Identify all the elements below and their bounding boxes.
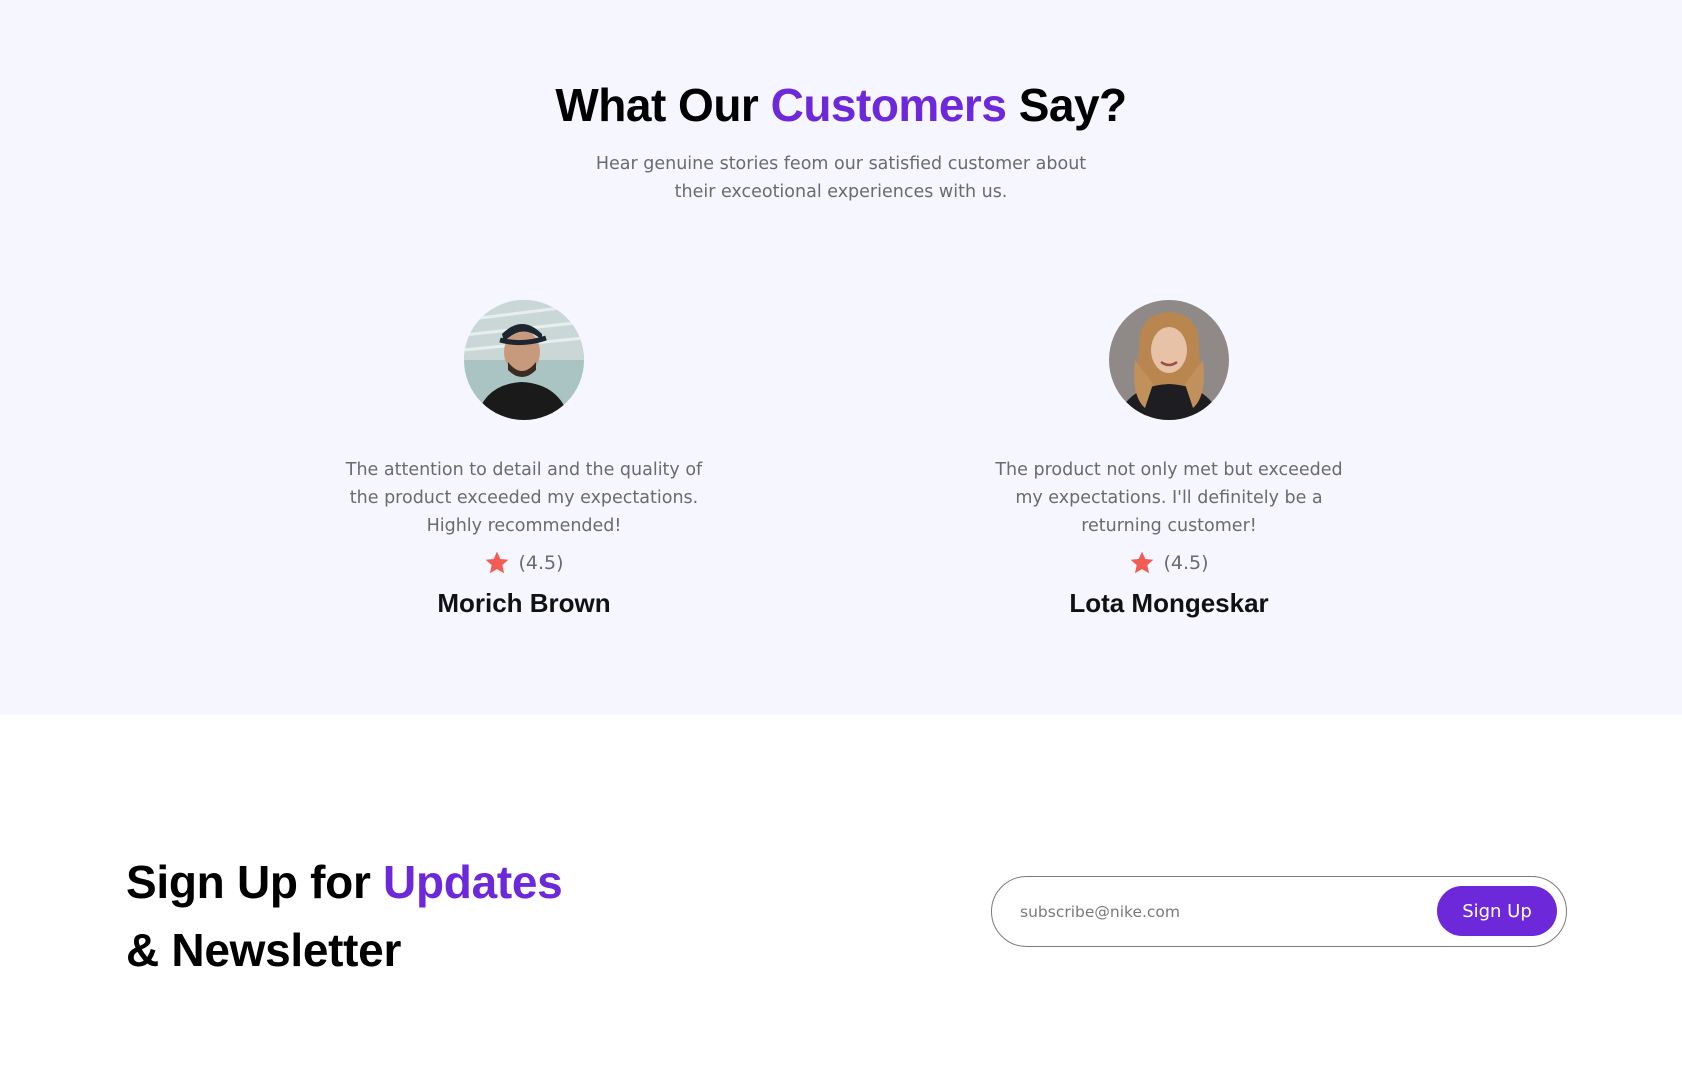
newsletter-title-accent: Updates (383, 856, 563, 908)
title-text-end: Say? (1018, 79, 1127, 131)
review-card-lota-mongeskar: The product not only met but exceeded my… (949, 300, 1389, 619)
testimonials-title: What Our Customers Say? (0, 78, 1682, 132)
avatar (1109, 300, 1229, 420)
rating: (4.5) (304, 550, 744, 576)
review-quote: The product not only met but exceeded my… (979, 456, 1359, 540)
star-icon (1131, 551, 1154, 574)
avatar (464, 300, 584, 420)
newsletter-title: Sign Up for Updates & Newsletter (126, 848, 563, 984)
quote-line-3: Highly recommended! (426, 516, 622, 536)
email-input[interactable] (1020, 899, 1400, 925)
subtitle-line-2: their exceotional experiences with us. (674, 182, 1008, 202)
star-icon (486, 551, 509, 574)
reviewer-name: Morich Brown (437, 588, 611, 618)
testimonials-subtitle: Hear genuine stories feom our satisfied … (581, 150, 1101, 206)
woman-portrait-icon (1109, 300, 1229, 420)
title-text-start: What Our (555, 79, 759, 131)
review-card-morich-brown: The attention to detail and the quality … (304, 300, 744, 619)
rating-value: (4.5) (1163, 552, 1209, 574)
sign-up-button[interactable]: Sign Up (1437, 886, 1557, 936)
rating: (4.5) (949, 550, 1389, 576)
quote-line-1: The attention to detail and the quality … (345, 460, 703, 480)
title-text-accent: Customers (770, 79, 1007, 131)
testimonials-section: What Our Customers Say? Hear genuine sto… (0, 0, 1682, 715)
subtitle-line-1: Hear genuine stories feom our satisfied … (595, 154, 1087, 174)
quote-line-1: The product not only met but exceeded (995, 460, 1343, 480)
subscribe-form: Sign Up (991, 876, 1567, 947)
rating-value: (4.5) (518, 552, 564, 574)
man-portrait-icon (464, 300, 584, 420)
quote-line-2: my expectations. I'll definitely be a (1015, 488, 1323, 508)
quote-line-3: returning customer! (1081, 516, 1257, 536)
review-quote: The attention to detail and the quality … (334, 456, 714, 540)
reviewer-name: Lota Mongeskar (1069, 588, 1269, 618)
newsletter-title-line-2: & Newsletter (126, 924, 402, 976)
quote-line-2: the product exceeded my expectations. (349, 488, 699, 508)
newsletter-title-start: Sign Up for (126, 856, 371, 908)
